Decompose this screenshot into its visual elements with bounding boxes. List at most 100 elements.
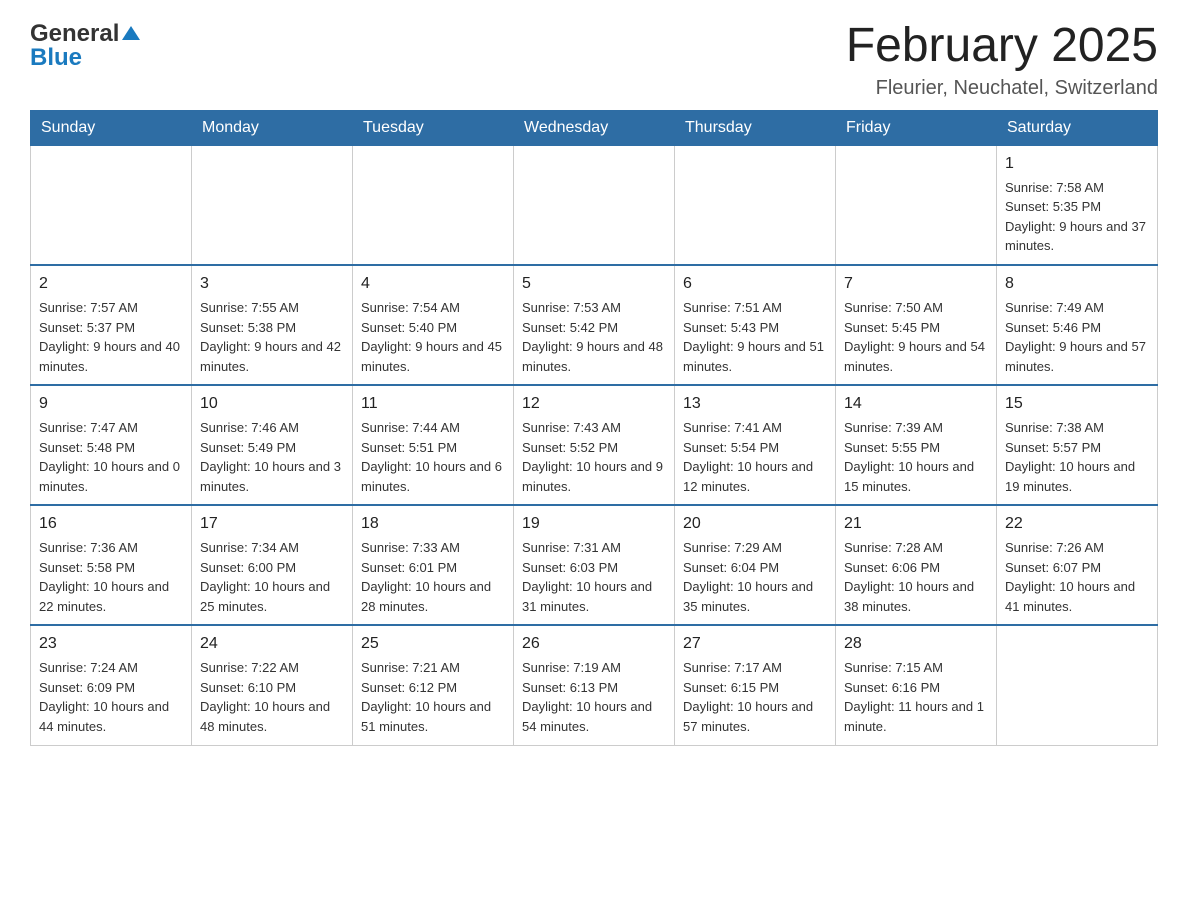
- day-info: Sunrise: 7:38 AM Sunset: 5:57 PM Dayligh…: [1005, 420, 1135, 494]
- calendar-day-cell: 26 Sunrise: 7:19 AM Sunset: 6:13 PM Dayli…: [514, 625, 675, 745]
- day-number: 15: [1005, 392, 1149, 416]
- day-info: Sunrise: 7:39 AM Sunset: 5:55 PM Dayligh…: [844, 420, 974, 494]
- day-number: 7: [844, 272, 988, 296]
- day-info: Sunrise: 7:28 AM Sunset: 6:06 PM Dayligh…: [844, 540, 974, 614]
- day-number: 2: [39, 272, 183, 296]
- calendar-day-cell: 12 Sunrise: 7:43 AM Sunset: 5:52 PM Dayli…: [514, 385, 675, 505]
- calendar-day-cell: 5 Sunrise: 7:53 AM Sunset: 5:42 PM Daylig…: [514, 265, 675, 385]
- calendar-day-cell: [31, 145, 192, 265]
- day-info: Sunrise: 7:34 AM Sunset: 6:00 PM Dayligh…: [200, 540, 330, 614]
- day-number: 13: [683, 392, 827, 416]
- day-number: 14: [844, 392, 988, 416]
- day-number: 28: [844, 632, 988, 656]
- calendar-day-cell: 22 Sunrise: 7:26 AM Sunset: 6:07 PM Dayli…: [997, 505, 1158, 625]
- day-number: 18: [361, 512, 505, 536]
- day-number: 9: [39, 392, 183, 416]
- day-info: Sunrise: 7:51 AM Sunset: 5:43 PM Dayligh…: [683, 300, 824, 374]
- day-info: Sunrise: 7:26 AM Sunset: 6:07 PM Dayligh…: [1005, 540, 1135, 614]
- calendar-day-cell: [353, 145, 514, 265]
- day-number: 26: [522, 632, 666, 656]
- calendar-table: SundayMondayTuesdayWednesdayThursdayFrid…: [30, 110, 1158, 746]
- day-number: 27: [683, 632, 827, 656]
- calendar-week-row: 9 Sunrise: 7:47 AM Sunset: 5:48 PM Daylig…: [31, 385, 1158, 505]
- day-info: Sunrise: 7:46 AM Sunset: 5:49 PM Dayligh…: [200, 420, 341, 494]
- calendar-week-row: 2 Sunrise: 7:57 AM Sunset: 5:37 PM Daylig…: [31, 265, 1158, 385]
- title-block: February 2025 Fleurier, Neuchatel, Switz…: [846, 20, 1158, 100]
- calendar-day-cell: 20Sunrise: 7:29 AM Sunset: 6:04 PM Dayli…: [675, 505, 836, 625]
- day-number: 16: [39, 512, 183, 536]
- calendar-day-cell: [997, 625, 1158, 745]
- day-info: Sunrise: 7:53 AM Sunset: 5:42 PM Dayligh…: [522, 300, 663, 374]
- calendar-day-cell: 7 Sunrise: 7:50 AM Sunset: 5:45 PM Daylig…: [836, 265, 997, 385]
- calendar-day-cell: 28 Sunrise: 7:15 AM Sunset: 6:16 PM Dayli…: [836, 625, 997, 745]
- month-title: February 2025: [846, 20, 1158, 73]
- header-day-sunday: Sunday: [31, 110, 192, 145]
- calendar-day-cell: 9 Sunrise: 7:47 AM Sunset: 5:48 PM Daylig…: [31, 385, 192, 505]
- calendar-day-cell: 13 Sunrise: 7:41 AM Sunset: 5:54 PM Dayli…: [675, 385, 836, 505]
- calendar-week-row: 16 Sunrise: 7:36 AM Sunset: 5:58 PM Dayli…: [31, 505, 1158, 625]
- day-info: Sunrise: 7:41 AM Sunset: 5:54 PM Dayligh…: [683, 420, 813, 494]
- calendar-day-cell: 14 Sunrise: 7:39 AM Sunset: 5:55 PM Dayli…: [836, 385, 997, 505]
- day-number: 23: [39, 632, 183, 656]
- day-info: Sunrise: 7:24 AM Sunset: 6:09 PM Dayligh…: [39, 660, 169, 734]
- calendar-week-row: 23 Sunrise: 7:24 AM Sunset: 6:09 PM Dayli…: [31, 625, 1158, 745]
- day-number: 6: [683, 272, 827, 296]
- calendar-header-row: SundayMondayTuesdayWednesdayThursdayFrid…: [31, 110, 1158, 145]
- day-info: Sunrise: 7:49 AM Sunset: 5:46 PM Dayligh…: [1005, 300, 1146, 374]
- calendar-day-cell: 10 Sunrise: 7:46 AM Sunset: 5:49 PM Dayli…: [192, 385, 353, 505]
- calendar-day-cell: 17 Sunrise: 7:34 AM Sunset: 6:00 PM Dayli…: [192, 505, 353, 625]
- header-day-monday: Monday: [192, 110, 353, 145]
- day-info: Sunrise: 7:43 AM Sunset: 5:52 PM Dayligh…: [522, 420, 663, 494]
- day-number: 8: [1005, 272, 1149, 296]
- calendar-day-cell: 18 Sunrise: 7:33 AM Sunset: 6:01 PM Dayli…: [353, 505, 514, 625]
- calendar-day-cell: 2 Sunrise: 7:57 AM Sunset: 5:37 PM Daylig…: [31, 265, 192, 385]
- calendar-day-cell: [192, 145, 353, 265]
- day-number: 19: [522, 512, 666, 536]
- calendar-day-cell: 3 Sunrise: 7:55 AM Sunset: 5:38 PM Daylig…: [192, 265, 353, 385]
- calendar-day-cell: 1Sunrise: 7:58 AM Sunset: 5:35 PM Daylig…: [997, 145, 1158, 265]
- calendar-day-cell: 4Sunrise: 7:54 AM Sunset: 5:40 PM Daylig…: [353, 265, 514, 385]
- calendar-day-cell: 27 Sunrise: 7:17 AM Sunset: 6:15 PM Dayli…: [675, 625, 836, 745]
- day-number: 10: [200, 392, 344, 416]
- day-info: Sunrise: 7:50 AM Sunset: 5:45 PM Dayligh…: [844, 300, 985, 374]
- day-info: Sunrise: 7:22 AM Sunset: 6:10 PM Dayligh…: [200, 660, 330, 734]
- calendar-day-cell: 19 Sunrise: 7:31 AM Sunset: 6:03 PM Dayli…: [514, 505, 675, 625]
- day-number: 22: [1005, 512, 1149, 536]
- calendar-day-cell: [514, 145, 675, 265]
- logo: General Blue: [30, 20, 140, 72]
- day-info: Sunrise: 7:57 AM Sunset: 5:37 PM Dayligh…: [39, 300, 180, 374]
- header-day-friday: Friday: [836, 110, 997, 145]
- day-number: 20: [683, 512, 827, 536]
- header-day-thursday: Thursday: [675, 110, 836, 145]
- day-number: 12: [522, 392, 666, 416]
- day-info: Sunrise: 7:47 AM Sunset: 5:48 PM Dayligh…: [39, 420, 180, 494]
- day-number: 21: [844, 512, 988, 536]
- day-info: Sunrise: 7:55 AM Sunset: 5:38 PM Dayligh…: [200, 300, 341, 374]
- calendar-day-cell: [675, 145, 836, 265]
- page-header: General Blue February 2025 Fleurier, Neu…: [30, 20, 1158, 100]
- calendar-day-cell: 8 Sunrise: 7:49 AM Sunset: 5:46 PM Daylig…: [997, 265, 1158, 385]
- day-info: Sunrise: 7:15 AM Sunset: 6:16 PM Dayligh…: [844, 660, 984, 734]
- calendar-day-cell: 6 Sunrise: 7:51 AM Sunset: 5:43 PM Daylig…: [675, 265, 836, 385]
- calendar-day-cell: 21 Sunrise: 7:28 AM Sunset: 6:06 PM Dayli…: [836, 505, 997, 625]
- day-info: Sunrise: 7:33 AM Sunset: 6:01 PM Dayligh…: [361, 540, 491, 614]
- calendar-day-cell: 24Sunrise: 7:22 AM Sunset: 6:10 PM Dayli…: [192, 625, 353, 745]
- day-info: Sunrise: 7:31 AM Sunset: 6:03 PM Dayligh…: [522, 540, 652, 614]
- day-info: Sunrise: 7:36 AM Sunset: 5:58 PM Dayligh…: [39, 540, 169, 614]
- day-info: Sunrise: 7:17 AM Sunset: 6:15 PM Dayligh…: [683, 660, 813, 734]
- calendar-day-cell: 16 Sunrise: 7:36 AM Sunset: 5:58 PM Dayli…: [31, 505, 192, 625]
- day-info: Sunrise: 7:21 AM Sunset: 6:12 PM Dayligh…: [361, 660, 491, 734]
- header-day-tuesday: Tuesday: [353, 110, 514, 145]
- day-info: Sunrise: 7:19 AM Sunset: 6:13 PM Dayligh…: [522, 660, 652, 734]
- location: Fleurier, Neuchatel, Switzerland: [846, 77, 1158, 100]
- day-number: 25: [361, 632, 505, 656]
- day-number: 17: [200, 512, 344, 536]
- calendar-day-cell: 11Sunrise: 7:44 AM Sunset: 5:51 PM Dayli…: [353, 385, 514, 505]
- day-number: 3: [200, 272, 344, 296]
- day-number: 5: [522, 272, 666, 296]
- header-day-saturday: Saturday: [997, 110, 1158, 145]
- day-number: 11: [361, 392, 505, 416]
- day-number: 4: [361, 272, 505, 296]
- calendar-week-row: 1Sunrise: 7:58 AM Sunset: 5:35 PM Daylig…: [31, 145, 1158, 265]
- calendar-day-cell: [836, 145, 997, 265]
